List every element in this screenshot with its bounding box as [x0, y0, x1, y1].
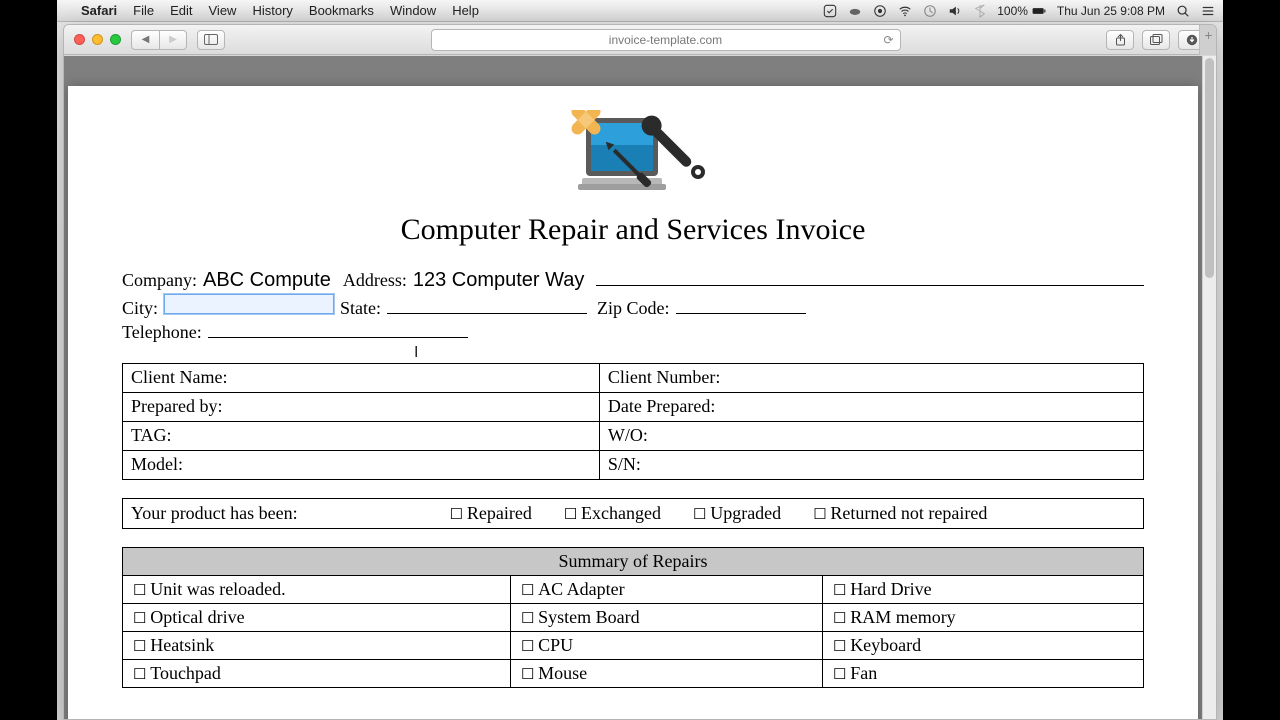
window-zoom-button[interactable] [110, 34, 121, 45]
battery-percent: 100% [997, 4, 1028, 18]
repair-fan-checkbox[interactable]: Fan [833, 663, 877, 683]
vertical-scrollbar[interactable] [1202, 56, 1216, 719]
city-label: City: [122, 296, 158, 320]
battery-icon[interactable] [1032, 3, 1047, 18]
macos-menubar: Safari File Edit View History Bookmarks … [57, 0, 1223, 22]
sn-cell[interactable]: S/N: [599, 450, 1143, 479]
page-viewport: Computer Repair and Services Invoice Com… [64, 56, 1202, 719]
product-status-row: Your product has been: Repaired Exchange… [122, 498, 1144, 529]
menu-edit[interactable]: Edit [170, 3, 192, 18]
wifi-icon[interactable] [897, 3, 912, 18]
repair-mouse-checkbox[interactable]: Mouse [521, 663, 587, 683]
repair-heatsink-checkbox[interactable]: Heatsink [133, 635, 214, 655]
window-close-button[interactable] [74, 34, 85, 45]
table-row: Unit was reloaded. AC Adapter Hard Drive [123, 575, 1144, 603]
menu-help[interactable]: Help [452, 3, 479, 18]
text-cursor-icon: I [414, 342, 418, 364]
menubar-datetime[interactable]: Thu Jun 25 9:08 PM [1057, 4, 1165, 18]
table-row: Heatsink CPU Keyboard [123, 631, 1144, 659]
repair-hard-drive-checkbox[interactable]: Hard Drive [833, 579, 932, 599]
menu-view[interactable]: View [209, 3, 237, 18]
summary-header: Summary of Repairs [123, 547, 1144, 575]
url-display: invoice-template.com [609, 33, 722, 47]
status-upgraded-checkbox[interactable]: Upgraded [693, 503, 781, 524]
repair-optical-drive-checkbox[interactable]: Optical drive [133, 607, 245, 627]
safari-window: ◀ ▶ invoice-template.com ⟳ + [63, 24, 1217, 720]
fastswitch-icon[interactable] [822, 3, 837, 18]
sidebar-toggle-button[interactable] [197, 30, 225, 50]
tabs-button[interactable] [1142, 30, 1170, 50]
notification-center-icon[interactable] [1200, 3, 1215, 18]
spotlight-icon[interactable] [1175, 3, 1190, 18]
record-icon[interactable] [872, 3, 887, 18]
repair-unit-reloaded-checkbox[interactable]: Unit was reloaded. [133, 579, 286, 599]
model-cell[interactable]: Model: [123, 450, 600, 479]
repair-system-board-checkbox[interactable]: System Board [521, 607, 640, 627]
table-row: TAG:W/O: [123, 421, 1144, 450]
repair-ac-adapter-checkbox[interactable]: AC Adapter [521, 579, 625, 599]
bluetooth-icon[interactable] [972, 3, 987, 18]
menu-history[interactable]: History [252, 3, 292, 18]
share-button[interactable] [1106, 30, 1134, 50]
summary-of-repairs-table: Summary of Repairs Unit was reloaded. AC… [122, 547, 1144, 688]
repair-keyboard-checkbox[interactable]: Keyboard [833, 635, 921, 655]
zip-label: Zip Code: [597, 296, 670, 320]
address-label: Address: [343, 268, 407, 292]
status-prompt: Your product has been: [131, 503, 298, 524]
table-row: Optical drive System Board RAM memory [123, 603, 1144, 631]
company-label: Company: [122, 268, 197, 292]
table-row: Client Name:Client Number: [123, 363, 1144, 392]
timemachine-icon[interactable] [922, 3, 937, 18]
table-row: Prepared by:Date Prepared: [123, 392, 1144, 421]
repair-ram-checkbox[interactable]: RAM memory [833, 607, 956, 627]
invoice-title: Computer Repair and Services Invoice [122, 213, 1144, 247]
volume-icon[interactable] [947, 3, 962, 18]
city-input[interactable] [164, 294, 334, 314]
repair-touchpad-checkbox[interactable]: Touchpad [133, 663, 221, 683]
address-value[interactable]: 123 Computer Way [413, 267, 585, 294]
tag-cell[interactable]: TAG: [123, 421, 600, 450]
company-value[interactable]: ABC Compute [203, 267, 331, 294]
wo-cell[interactable]: W/O: [599, 421, 1143, 450]
app-name[interactable]: Safari [81, 3, 117, 18]
telephone-label: Telephone: [122, 320, 202, 344]
menu-window[interactable]: Window [390, 3, 436, 18]
repair-cpu-checkbox[interactable]: CPU [521, 635, 573, 655]
client-number-cell[interactable]: Client Number: [599, 363, 1143, 392]
cloud-icon[interactable] [847, 3, 862, 18]
back-button[interactable]: ◀ [131, 30, 159, 50]
invoice-logo [122, 110, 1144, 205]
address-bar[interactable]: invoice-template.com ⟳ [431, 29, 901, 51]
forward-button[interactable]: ▶ [159, 30, 187, 50]
status-returned-checkbox[interactable]: Returned not repaired [813, 503, 987, 524]
client-name-cell[interactable]: Client Name: [123, 363, 600, 392]
invoice-document: Computer Repair and Services Invoice Com… [68, 86, 1198, 719]
new-tab-button[interactable]: + [1199, 25, 1217, 55]
menu-file[interactable]: File [133, 3, 154, 18]
state-label: State: [340, 296, 381, 320]
menu-bookmarks[interactable]: Bookmarks [309, 3, 374, 18]
table-row: Model:S/N: [123, 450, 1144, 479]
status-repaired-checkbox[interactable]: Repaired [450, 503, 532, 524]
safari-toolbar: ◀ ▶ invoice-template.com ⟳ [64, 25, 1216, 55]
reload-icon[interactable]: ⟳ [883, 33, 893, 47]
table-row: Touchpad Mouse Fan [123, 659, 1144, 687]
date-prepared-cell[interactable]: Date Prepared: [599, 392, 1143, 421]
window-minimize-button[interactable] [92, 34, 103, 45]
prepared-by-cell[interactable]: Prepared by: [123, 392, 600, 421]
client-info-table: Client Name:Client Number: Prepared by:D… [122, 363, 1144, 480]
status-exchanged-checkbox[interactable]: Exchanged [564, 503, 661, 524]
